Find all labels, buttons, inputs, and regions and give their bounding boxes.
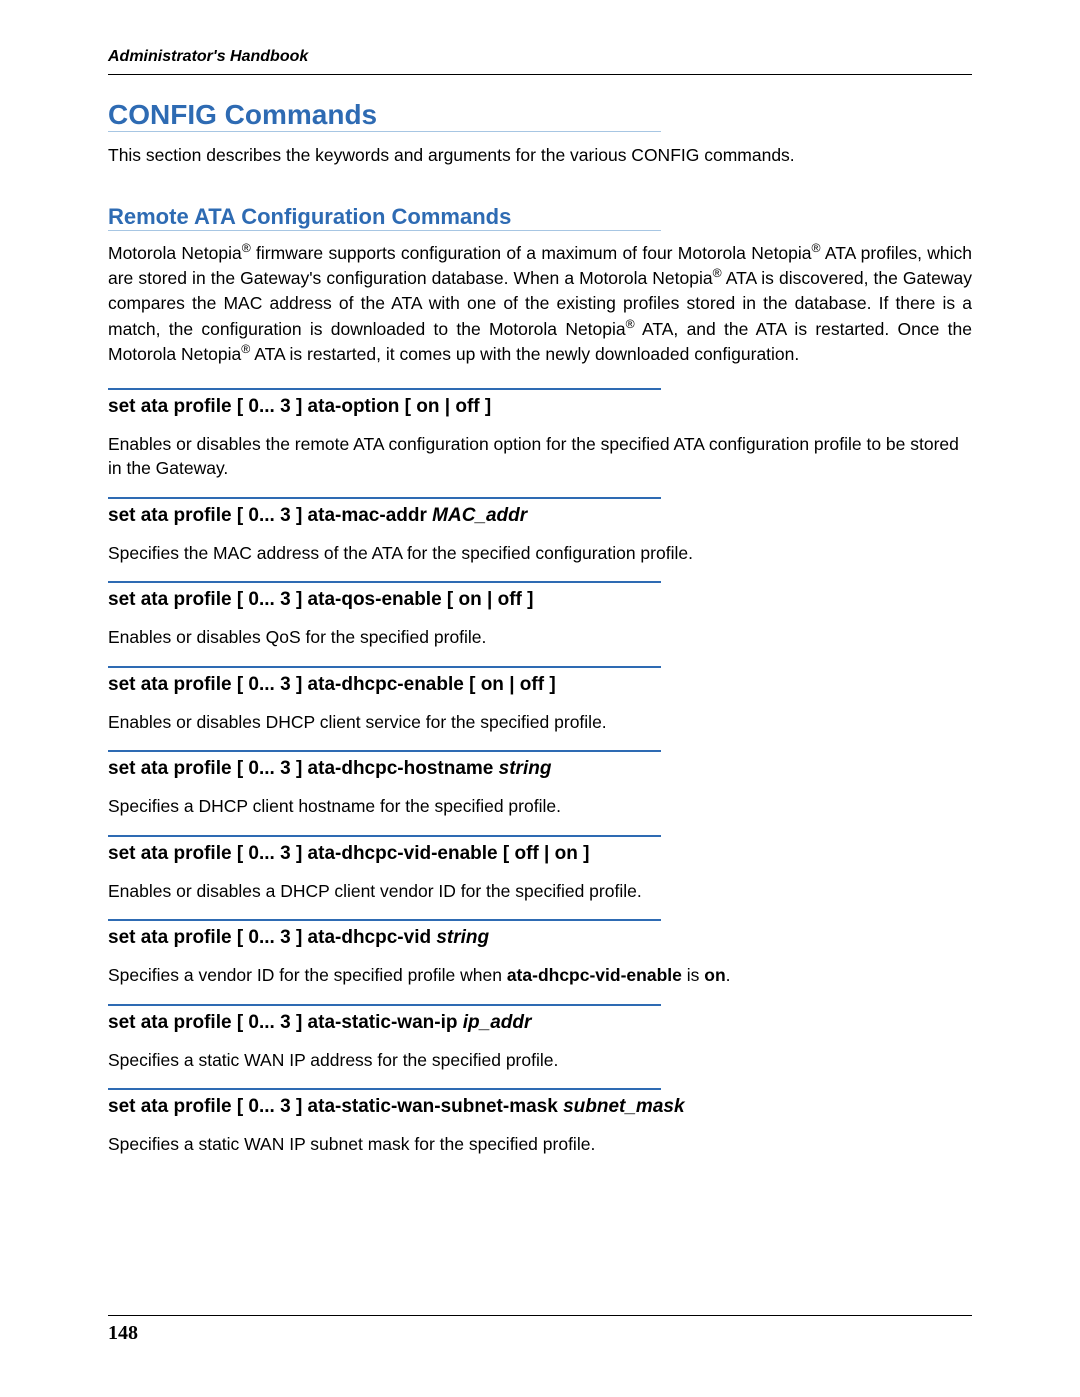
command-divider — [108, 666, 661, 668]
command-block: set ata profile [ 0... 3 ] ata-static-wa… — [108, 1088, 972, 1157]
subsection-title: Remote ATA Configuration Commands — [108, 204, 661, 231]
command-description: Enables or disables DHCP client service … — [108, 710, 972, 735]
command-divider — [108, 581, 661, 583]
page-container: Administrator's Handbook CONFIG Commands… — [0, 0, 1080, 1233]
command-title: set ata profile [ 0... 3 ] ata-dhcpc-vid… — [108, 927, 972, 949]
command-title: set ata profile [ 0... 3 ] ata-dhcpc-vid… — [108, 843, 972, 865]
command-block: set ata profile [ 0... 3 ] ata-option [ … — [108, 388, 972, 481]
command-title: set ata profile [ 0... 3 ] ata-mac-addr … — [108, 505, 972, 527]
command-block: set ata profile [ 0... 3 ] ata-dhcpc-ena… — [108, 666, 972, 735]
page-number: 148 — [108, 1322, 972, 1345]
command-description: Specifies a vendor ID for the specified … — [108, 963, 972, 988]
command-divider — [108, 919, 661, 921]
subsection-title-wrap: Remote ATA Configuration Commands — [108, 204, 972, 241]
command-description: Enables or disables the remote ATA confi… — [108, 432, 972, 481]
page-footer: 148 — [108, 1315, 972, 1345]
subsection-paragraph: Motorola Netopia® firmware supports conf… — [108, 241, 972, 368]
command-divider — [108, 835, 661, 837]
command-description: Enables or disables QoS for the specifie… — [108, 625, 972, 650]
command-title: set ata profile [ 0... 3 ] ata-static-wa… — [108, 1096, 972, 1118]
footer-divider — [108, 1315, 972, 1316]
command-title: set ata profile [ 0... 3 ] ata-option [ … — [108, 396, 972, 418]
command-title: set ata profile [ 0... 3 ] ata-dhcpc-hos… — [108, 758, 972, 780]
command-title: set ata profile [ 0... 3 ] ata-qos-enabl… — [108, 589, 972, 611]
command-divider — [108, 497, 661, 499]
command-divider — [108, 1004, 661, 1006]
command-description: Specifies a static WAN IP subnet mask fo… — [108, 1132, 972, 1157]
section-intro: This section describes the keywords and … — [108, 144, 972, 168]
command-block: set ata profile [ 0... 3 ] ata-dhcpc-vid… — [108, 919, 972, 988]
command-block: set ata profile [ 0... 3 ] ata-qos-enabl… — [108, 581, 972, 650]
section-title: CONFIG Commands — [108, 99, 661, 132]
command-title: set ata profile [ 0... 3 ] ata-static-wa… — [108, 1012, 972, 1034]
command-title: set ata profile [ 0... 3 ] ata-dhcpc-ena… — [108, 674, 972, 696]
command-description: Enables or disables a DHCP client vendor… — [108, 879, 972, 904]
command-description: Specifies a static WAN IP address for th… — [108, 1048, 972, 1073]
section-title-wrap: CONFIG Commands — [108, 99, 972, 138]
command-divider — [108, 388, 661, 390]
commands-list: set ata profile [ 0... 3 ] ata-option [ … — [108, 388, 972, 1157]
command-divider — [108, 1088, 661, 1090]
command-divider — [108, 750, 661, 752]
header-divider — [108, 74, 972, 75]
command-block: set ata profile [ 0... 3 ] ata-dhcpc-hos… — [108, 750, 972, 819]
command-block: set ata profile [ 0... 3 ] ata-dhcpc-vid… — [108, 835, 972, 904]
command-description: Specifies the MAC address of the ATA for… — [108, 541, 972, 566]
command-description: Specifies a DHCP client hostname for the… — [108, 794, 972, 819]
command-block: set ata profile [ 0... 3 ] ata-static-wa… — [108, 1004, 972, 1073]
running-header: Administrator's Handbook — [108, 48, 972, 66]
command-block: set ata profile [ 0... 3 ] ata-mac-addr … — [108, 497, 972, 566]
